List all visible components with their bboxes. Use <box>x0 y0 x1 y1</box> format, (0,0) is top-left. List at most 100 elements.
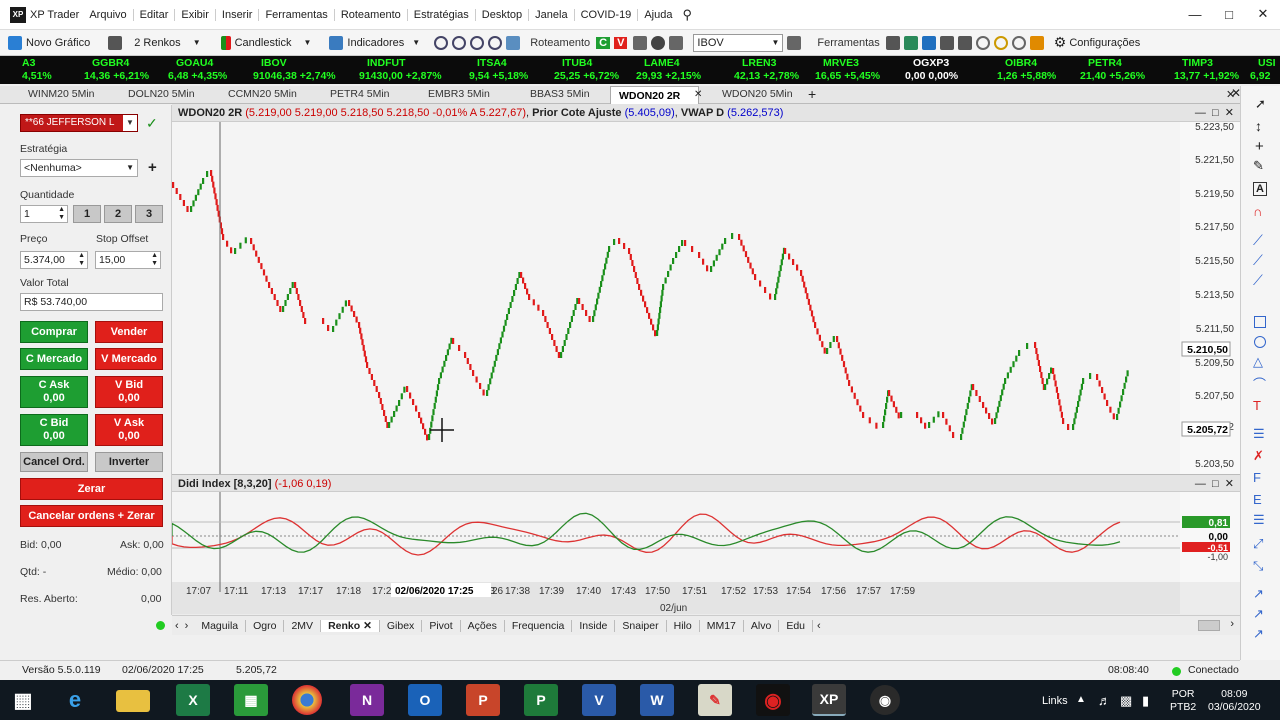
strategy-tab-10[interactable]: Hilo <box>667 619 700 632</box>
gann-icon[interactable]: ☰ <box>1253 512 1265 528</box>
close-icon[interactable]: ✕ <box>1225 107 1234 119</box>
tab-1[interactable]: DOLN20 5Min <box>128 88 195 100</box>
powerpoint-icon[interactable]: P <box>466 684 500 716</box>
ticker-item[interactable]: OIBR4 1,26 +5,88% <box>997 57 1056 83</box>
cart-icon[interactable] <box>1029 35 1044 50</box>
ticker-item[interactable]: GGBR4 14,36 +6,21% <box>84 57 149 83</box>
menu-item-3[interactable]: Inserir <box>214 8 259 21</box>
ticker-item[interactable]: LREN3 42,13 +2,78% <box>734 57 799 83</box>
strategy-tab-2[interactable]: 2MV <box>284 619 322 632</box>
tab-4[interactable]: EMBR3 5Min <box>428 88 490 100</box>
strategy-tab-6[interactable]: Ações <box>461 619 505 632</box>
collapse-icon[interactable]: ⤡ <box>1253 558 1263 574</box>
taskbar-clock[interactable]: 08:09 03/06/2020 <box>1208 688 1261 714</box>
expand-icon[interactable]: ⤢ <box>1253 536 1263 552</box>
paint-icon[interactable]: ✎ <box>698 684 732 716</box>
price-field[interactable]: 5.374,00 ▲ ▼ <box>20 251 88 269</box>
chrome-icon[interactable] <box>292 685 322 715</box>
magnet-icon[interactable]: ∩ <box>1253 204 1262 219</box>
invert-button[interactable]: Inverter <box>95 452 163 472</box>
strategy-tab-4[interactable]: Gibex <box>380 619 423 632</box>
zoom-in-icon[interactable] <box>434 35 449 50</box>
close-icon[interactable]: ✕ <box>1246 0 1280 28</box>
ray-icon[interactable]: ⟋ <box>1253 252 1263 269</box>
maximize-icon[interactable]: □ <box>1212 107 1219 119</box>
tab-close-icon[interactable]: ✕ <box>694 89 702 100</box>
fib-icon[interactable]: T <box>1253 398 1261 413</box>
menu-item-1[interactable]: Editar <box>132 8 175 21</box>
obs-icon[interactable]: ◉ <box>870 685 900 715</box>
minimize-icon[interactable]: — <box>1195 478 1206 490</box>
close-position-button[interactable]: Zerar <box>20 478 163 500</box>
arc-icon[interactable]: ⌒ <box>1253 374 1266 393</box>
store-icon[interactable]: ▦ <box>234 684 268 716</box>
strategy-tab-1[interactable]: Ogro <box>246 619 285 632</box>
sell-bid-button[interactable]: V Bid 0,00 <box>95 376 163 408</box>
crosshair-icon[interactable]: ↕ <box>1255 118 1262 134</box>
add-strategy-icon[interactable]: + <box>148 159 157 176</box>
line-icon[interactable]: ⟋ <box>1253 232 1263 249</box>
ticker-item[interactable]: PETR4 21,40 +5,26% <box>1080 57 1145 83</box>
fib-levels-icon[interactable]: ☰ <box>1253 426 1265 442</box>
symbol-select[interactable]: IBOV ▼ <box>693 33 784 52</box>
buy-market-button[interactable]: C Mercado <box>20 348 88 370</box>
tab-7[interactable]: WDON20 5Min <box>722 88 793 100</box>
ticker-item[interactable]: OGXP3 0,00 0,00% <box>905 57 958 83</box>
symbol-list-icon[interactable] <box>787 35 802 50</box>
ticker-item[interactable]: USI 6,92 <box>1250 57 1276 83</box>
fib-fan-icon[interactable]: F <box>1253 470 1261 485</box>
menu-item-9[interactable]: COVID-19 <box>573 8 638 21</box>
minimize-icon[interactable]: — <box>1195 107 1206 119</box>
zoom-reset-icon[interactable] <box>488 35 503 50</box>
eraser-icon[interactable]: ✗ <box>1253 448 1264 464</box>
calculator-icon[interactable] <box>885 35 900 50</box>
strategy-tab-12[interactable]: Alvo <box>744 619 780 632</box>
pie-chart-icon[interactable] <box>651 35 666 50</box>
pattern3-icon[interactable]: ↗ <box>1253 626 1264 642</box>
chart-area[interactable]: 5.223,50 5.221,50 5.219,50 5.217,50 5.215,50… <box>172 104 1240 616</box>
tab-6[interactable]: WDON20 2R <box>610 86 700 104</box>
ticker-item[interactable]: TIMP3 13,77 +1,92% <box>1174 57 1239 83</box>
pattern-icon[interactable]: ↗ <box>1253 586 1264 602</box>
battery-icon[interactable]: ▮ <box>1142 693 1149 709</box>
edge-icon[interactable]: e <box>58 684 92 716</box>
ticker-item[interactable]: IBOV 91046,38 +2,74% <box>253 57 336 83</box>
strategy-tab-8[interactable]: Inside <box>572 619 616 632</box>
sell-button[interactable]: Vender <box>95 321 163 343</box>
new-chart-button[interactable]: Novo Gráfico <box>8 35 90 50</box>
account-select[interactable]: **66 JEFFERSON L ▼ <box>20 114 138 132</box>
cursor-icon[interactable]: ➚ <box>1255 96 1266 112</box>
candlestick-dropdown[interactable]: Candlestick ▼ <box>220 35 311 50</box>
zoom-fit-icon[interactable] <box>470 35 485 50</box>
focus-icon[interactable] <box>975 35 990 50</box>
project-icon[interactable]: P <box>524 684 558 716</box>
sell-ask-button[interactable]: V Ask 0,00 <box>95 414 163 446</box>
stop-offset-field[interactable]: 15,00 ▲ ▼ <box>95 251 161 269</box>
columns-icon[interactable] <box>957 35 972 50</box>
menu-item-4[interactable]: Ferramentas <box>258 8 333 21</box>
ticker-item[interactable]: LAME4 29,93 +2,15% <box>636 57 701 83</box>
close-icon[interactable]: ✕ <box>1225 478 1234 490</box>
connect-icon[interactable]: ✓ <box>146 115 158 132</box>
menu-item-0[interactable]: Arquivo <box>87 9 132 21</box>
onenote-icon[interactable]: N <box>350 684 384 716</box>
strategy-tab-9[interactable]: Snaiper <box>615 619 667 632</box>
ticker-item[interactable]: GOAU4 6,48 +4,35% <box>168 57 227 83</box>
menu-item-5[interactable]: Roteamento <box>333 8 407 21</box>
buy-bid-button[interactable]: C Bid 0,00 <box>20 414 88 446</box>
tab-scroll-right-icon[interactable]: › <box>1230 618 1234 630</box>
ticker-item[interactable]: ITUB4 25,25 +6,72% <box>554 57 619 83</box>
quantity-preset-button[interactable]: 1 <box>73 205 101 223</box>
strategy-select[interactable]: <Nenhuma> ▼ <box>20 159 138 177</box>
save-icon[interactable] <box>921 35 936 50</box>
strategy-tab-7[interactable]: Frequencia <box>505 619 573 632</box>
tab-scroll-left-icon[interactable]: ‹ <box>813 620 825 632</box>
tab-0[interactable]: WINM20 5Min <box>28 88 95 100</box>
strategy-tab-5[interactable]: Pivot <box>422 619 461 632</box>
quantity-preset-button[interactable]: 3 <box>135 205 163 223</box>
xp-trader-taskbar-icon[interactable]: XP <box>812 684 846 716</box>
fib-time-icon[interactable]: E <box>1253 492 1262 507</box>
bar-chart-icon[interactable] <box>669 35 684 50</box>
menu-item-7[interactable]: Desktop <box>474 8 528 21</box>
menu-item-6[interactable]: Estratégias <box>406 8 475 21</box>
